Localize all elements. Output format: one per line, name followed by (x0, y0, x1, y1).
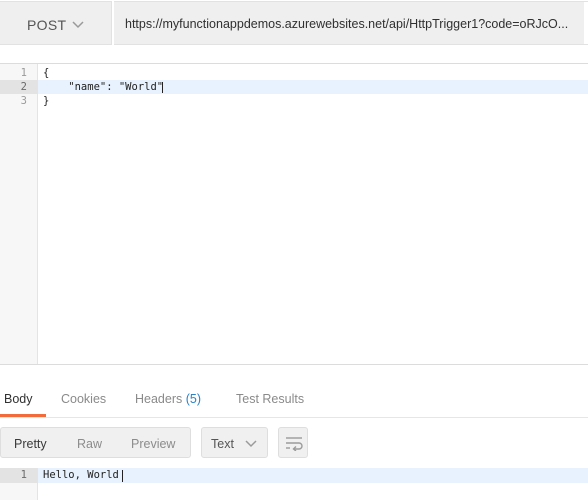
url-input[interactable]: https://myfunctionappdemos.azurewebsites… (114, 1, 588, 45)
code-text-with-caret: "name": "World" (43, 81, 163, 93)
method-dropdown[interactable]: POST (0, 1, 112, 45)
chevron-down-icon (245, 440, 257, 448)
line-number: 3 (20, 95, 27, 107)
tab-body[interactable]: Body (4, 392, 33, 406)
format-label: Text (211, 437, 234, 451)
format-dropdown[interactable]: Text (201, 427, 268, 458)
code-text: "name": "World" (43, 81, 164, 93)
tab-test-results[interactable]: Test Results (236, 392, 304, 406)
url-text: https://myfunctionappdemos.azurewebsites… (125, 17, 569, 31)
text-caret (122, 470, 123, 482)
code-line: 3 } (0, 94, 588, 108)
line-number: 1 (0, 468, 38, 483)
tab-cookies[interactable]: Cookies (61, 392, 106, 406)
view-raw-button[interactable]: Raw (77, 437, 102, 451)
request-bar: POST https://myfunctionappdemos.azureweb… (0, 0, 588, 46)
text-caret (162, 82, 163, 93)
method-label: POST (27, 17, 67, 33)
view-pretty-button[interactable]: Pretty (14, 437, 47, 451)
view-preview-button[interactable]: Preview (131, 437, 175, 451)
response-text: Hello, World (43, 469, 119, 481)
response-line: 1 Hello, World (0, 468, 588, 483)
tab-headers[interactable]: Headers (5) (135, 392, 201, 406)
code-line: 1 { (0, 66, 588, 80)
active-tab-indicator (0, 414, 46, 417)
tab-headers-label: Headers (135, 392, 183, 406)
code-text: { (43, 67, 50, 79)
wrap-lines-icon (286, 437, 303, 451)
line-number: 2 (0, 80, 38, 94)
response-body[interactable]: 1 Hello, World (0, 468, 588, 500)
wrap-lines-button[interactable] (278, 427, 308, 458)
editor-gutter (0, 64, 38, 364)
headers-count-badge: (5) (185, 392, 202, 406)
chevron-down-icon (72, 21, 84, 29)
line-number: 1 (20, 67, 27, 79)
view-mode-selector: Pretty Raw Preview (0, 427, 191, 458)
request-body-editor[interactable]: 1 { 2 "name": "World" 3 } (0, 63, 588, 365)
response-tabs: Body Cookies Headers (5) Test Results (0, 378, 588, 418)
code-text: } (43, 95, 50, 107)
response-toolbar: Pretty Raw Preview Text (0, 427, 588, 459)
url-edge (584, 2, 588, 44)
code-line-active: 2 "name": "World" (0, 80, 588, 94)
